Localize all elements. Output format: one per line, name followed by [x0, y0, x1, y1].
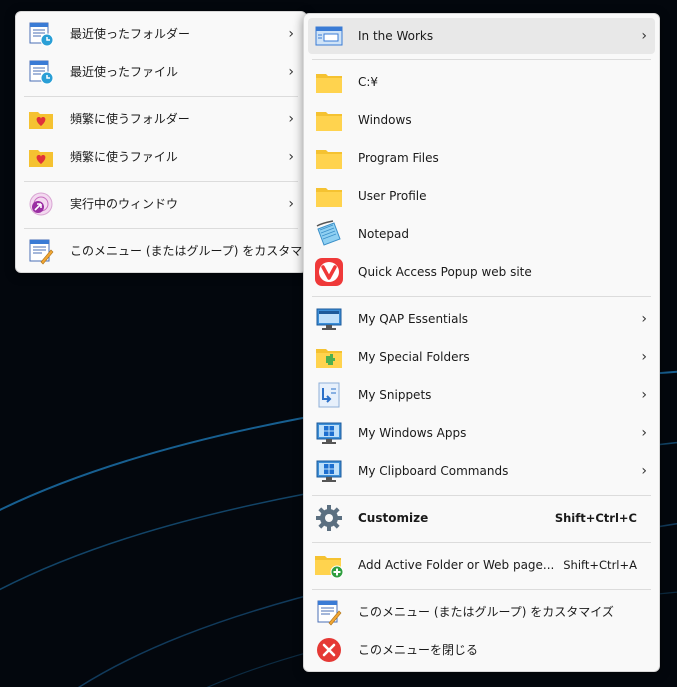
- menu-item-customize[interactable]: Customize Shift+Ctrl+C: [308, 500, 655, 536]
- menu-item-c-drive[interactable]: C:¥: [308, 64, 655, 100]
- menu-item-label: Quick Access Popup web site: [358, 265, 532, 279]
- menu-item-label: My Snippets: [358, 388, 432, 402]
- folder-icon: [314, 182, 344, 210]
- menu-item-label: Windows: [358, 113, 412, 127]
- menu-item-running-windows[interactable]: 実行中のウィンドウ ›: [20, 186, 302, 222]
- recent-files-icon: [26, 58, 56, 86]
- snippets-icon: [314, 381, 344, 409]
- frequent-files-icon: [26, 143, 56, 171]
- system-menu: 最近使ったフォルダー › 最近使ったファイル › 頻繁に使うフォルダー › 頻繁…: [15, 11, 326, 273]
- menu-item-label: 頻繁に使うフォルダー: [70, 112, 190, 126]
- menu-item-label: 頻繁に使うファイル: [70, 150, 178, 164]
- vivaldi-icon: [314, 258, 344, 286]
- chevron-right-icon: ›: [641, 387, 647, 403]
- menu-item-in-the-works[interactable]: In the Works ›: [308, 18, 655, 54]
- menu-item-label: Customize: [358, 511, 429, 525]
- menu-item-snippets[interactable]: My Snippets ›: [308, 377, 655, 413]
- chevron-right-icon: ›: [288, 26, 294, 42]
- menu-item-label: 最近使ったフォルダー: [70, 27, 191, 41]
- menu-item-qap-website[interactable]: Quick Access Popup web site: [308, 254, 655, 290]
- monitor-icon: [314, 305, 344, 333]
- chevron-right-icon: ›: [288, 64, 294, 80]
- menu-item-label: My Special Folders: [358, 350, 470, 364]
- notepad-icon: [314, 220, 344, 248]
- chevron-right-icon: ›: [288, 196, 294, 212]
- menu-separator: [312, 296, 651, 297]
- menu-item-label: 最近使ったファイル: [70, 65, 179, 79]
- recent-folders-icon: [26, 20, 56, 48]
- menu-item-label: C:¥: [358, 75, 379, 89]
- menu-separator: [24, 181, 298, 182]
- chevron-right-icon: ›: [641, 28, 647, 44]
- running-windows-icon: [26, 190, 56, 218]
- add-folder-icon: [314, 551, 344, 579]
- menu-item-special-folders[interactable]: My Special Folders ›: [308, 339, 655, 375]
- menu-separator: [24, 96, 298, 97]
- menu-separator: [312, 589, 651, 590]
- menu-item-label: In the Works: [358, 29, 434, 43]
- menu-separator: [312, 59, 651, 60]
- folder-icon: [314, 68, 344, 96]
- menu-item-user-profile[interactable]: User Profile: [308, 178, 655, 214]
- menu-item-add-active-folder[interactable]: Add Active Folder or Web page... Shift+C…: [308, 547, 655, 583]
- menu-item-label: このメニュー (またはグループ) をカスタマイズ: [70, 244, 326, 258]
- chevron-right-icon: ›: [641, 311, 647, 327]
- menu-item-label: このメニュー (またはグループ) をカスタマイズ: [358, 605, 614, 619]
- folder-icon: [314, 144, 344, 172]
- chevron-right-icon: ›: [641, 463, 647, 479]
- menu-item-label: Add Active Folder or Web page...: [358, 558, 555, 572]
- menu-item-label: Program Files: [358, 151, 439, 165]
- customize-menu-icon: [26, 237, 56, 265]
- menu-item-windows-apps[interactable]: My Windows Apps ›: [308, 415, 655, 451]
- menu-item-label: 実行中のウィンドウ: [70, 197, 179, 211]
- menu-item-label: My Windows Apps: [358, 426, 467, 440]
- chevron-right-icon: ›: [641, 349, 647, 365]
- menu-item-frequent-files[interactable]: 頻繁に使うファイル ›: [20, 139, 302, 175]
- clipboard-commands-icon: [314, 457, 344, 485]
- menu-item-frequent-folders[interactable]: 頻繁に使うフォルダー ›: [20, 101, 302, 137]
- menu-item-customize-menu[interactable]: このメニュー (またはグループ) をカスタマイズ: [308, 594, 655, 630]
- menu-item-qap-essentials[interactable]: My QAP Essentials ›: [308, 301, 655, 337]
- menu-item-notepad[interactable]: Notepad: [308, 216, 655, 252]
- customize-menu-icon: [314, 598, 344, 626]
- menu-item-label: このメニューを閉じる: [358, 643, 479, 657]
- menu-item-clipboard-commands[interactable]: My Clipboard Commands ›: [308, 453, 655, 489]
- folder-icon: [314, 106, 344, 134]
- menu-separator: [312, 495, 651, 496]
- menu-item-program-files[interactable]: Program Files: [308, 140, 655, 176]
- gear-icon: [314, 504, 344, 532]
- menu-item-windows-folder[interactable]: Windows: [308, 102, 655, 138]
- menu-item-label: Notepad: [358, 227, 409, 241]
- menu-item-recent-folders[interactable]: 最近使ったフォルダー ›: [20, 16, 302, 52]
- frequent-folders-icon: [26, 105, 56, 133]
- chevron-right-icon: ›: [288, 149, 294, 165]
- menu-item-recent-files[interactable]: 最近使ったファイル ›: [20, 54, 302, 90]
- shortcut-label: Shift+Ctrl+A: [563, 558, 637, 572]
- menu-separator: [312, 542, 651, 543]
- close-icon: [314, 636, 344, 664]
- menu-item-customize-menu[interactable]: このメニュー (またはグループ) をカスタマイズ: [20, 233, 326, 269]
- menu-separator: [24, 228, 298, 229]
- shortcut-label: Shift+Ctrl+C: [554, 511, 637, 525]
- menu-item-label: My Clipboard Commands: [358, 464, 509, 478]
- chevron-right-icon: ›: [288, 111, 294, 127]
- menu-item-close-menu[interactable]: このメニューを閉じる: [308, 632, 655, 668]
- menu-item-label: User Profile: [358, 189, 427, 203]
- chevron-right-icon: ›: [641, 425, 647, 441]
- menu-item-label: My QAP Essentials: [358, 312, 469, 326]
- qap-main-menu: In the Works › C:¥ Windows Program Files…: [303, 13, 660, 672]
- windows-apps-icon: [314, 419, 344, 447]
- special-folder-icon: [314, 343, 344, 371]
- in-the-works-icon: [314, 22, 344, 50]
